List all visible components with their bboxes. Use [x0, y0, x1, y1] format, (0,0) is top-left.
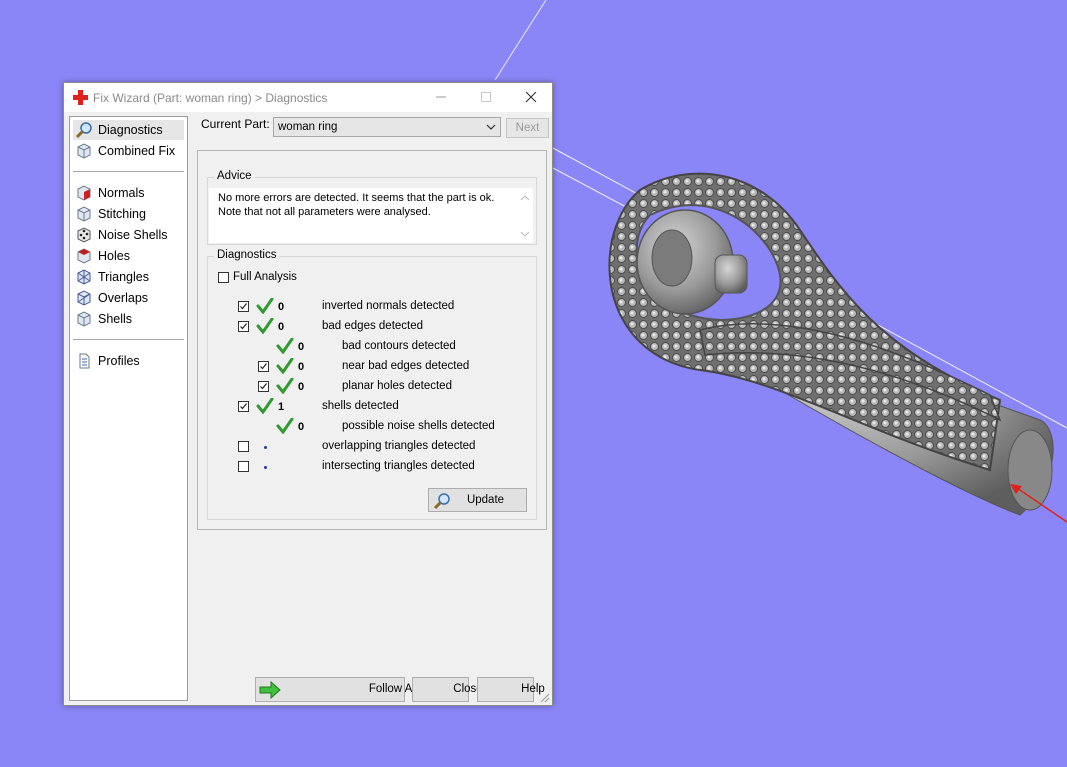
advice-scrollbar[interactable] — [518, 191, 532, 241]
normals-cube-icon — [77, 185, 91, 201]
resize-grip-icon[interactable] — [540, 693, 550, 703]
sidebar-item-diagnostics[interactable]: Diagnostics — [73, 120, 184, 140]
near-bad-edges-count: 0 — [298, 361, 305, 373]
planar-holes-label: planar holes detected — [342, 380, 452, 392]
chevron-down-icon — [486, 124, 496, 130]
noise-cube-icon — [77, 227, 91, 243]
sidebar-item-profiles[interactable]: Profiles — [73, 351, 184, 371]
arrow-right-icon — [259, 681, 281, 699]
window-title: Fix Wizard (Part: woman ring) > Diagnost… — [93, 91, 328, 105]
title-bar[interactable]: Fix Wizard (Part: woman ring) > Diagnost… — [64, 83, 552, 112]
sidebar: Diagnostics Combined Fix Normals Stitchi… — [69, 116, 188, 701]
inverted-normals-label: inverted normals detected — [322, 300, 455, 312]
shells-checkbox[interactable] — [238, 401, 249, 412]
sidebar-item-shells[interactable]: Shells — [73, 309, 184, 329]
minimize-icon[interactable] — [431, 88, 451, 106]
sidebar-item-combined-fix[interactable]: Combined Fix — [73, 141, 184, 161]
sidebar-divider — [73, 339, 184, 340]
shells-label: shells detected — [322, 400, 399, 412]
status-dot — [264, 466, 267, 469]
bad-edges-count: 0 — [278, 321, 285, 333]
inverted-normals-count: 0 — [278, 301, 285, 313]
fix-wizard-window: Fix Wizard (Part: woman ring) > Diagnost… — [63, 82, 553, 706]
maximize-icon[interactable] — [476, 88, 496, 106]
bad-edges-label: bad edges detected — [322, 320, 424, 332]
help-button[interactable]: Help — [477, 677, 545, 702]
overlaps-cube-icon — [77, 290, 91, 306]
inverted-normals-checkbox[interactable] — [238, 301, 249, 312]
check-mark-icon — [276, 378, 294, 394]
advice-textbox: No more errors are detected. It seems th… — [209, 188, 533, 243]
check-mark-icon — [276, 338, 294, 354]
sidebar-divider — [73, 171, 184, 172]
sidebar-item-holes[interactable]: Holes — [73, 246, 184, 266]
overlapping-triangles-label: overlapping triangles detected — [322, 440, 476, 452]
planar-holes-count: 0 — [298, 381, 305, 393]
diagnostics-title: Diagnostics — [214, 249, 280, 261]
red-cross-icon — [73, 90, 88, 105]
current-part-label: Current Part: — [201, 117, 270, 131]
magnifier-icon — [75, 122, 92, 139]
status-dot — [264, 446, 267, 449]
follow-advice-button[interactable]: Follow Advice — [255, 677, 439, 702]
bad-contours-label: bad contours detected — [342, 340, 456, 352]
shells-count: 1 — [278, 401, 285, 413]
current-part-value: woman ring — [278, 121, 338, 133]
check-mark-icon — [256, 398, 274, 414]
main-panel: Advice No more errors are detected. It s… — [197, 150, 547, 530]
cube-icon — [77, 143, 91, 159]
sidebar-item-normals[interactable]: Normals — [73, 183, 184, 203]
near-bad-edges-checkbox[interactable] — [258, 361, 269, 372]
planar-holes-checkbox[interactable] — [258, 381, 269, 392]
check-mark-icon — [256, 298, 274, 314]
check-mark-icon — [256, 318, 274, 334]
close-icon[interactable] — [521, 88, 541, 106]
document-icon — [79, 353, 90, 369]
sidebar-item-overlaps[interactable]: Overlaps — [73, 288, 184, 308]
axis-line — [494, 0, 547, 81]
sidebar-item-triangles[interactable]: Triangles — [73, 267, 184, 287]
intersecting-triangles-checkbox[interactable] — [238, 461, 249, 472]
check-mark-icon — [276, 418, 294, 434]
intersecting-triangles-label: intersecting triangles detected — [322, 460, 475, 472]
current-part-select[interactable]: woman ring — [273, 117, 501, 137]
sidebar-item-noise-shells[interactable]: Noise Shells — [73, 225, 184, 245]
triangles-cube-icon — [77, 269, 91, 285]
sidebar-item-stitching[interactable]: Stitching — [73, 204, 184, 224]
advice-text: No more errors are detected. It seems th… — [218, 192, 495, 218]
holes-cube-icon — [77, 248, 91, 264]
ring-model — [608, 172, 1054, 516]
shells-cube-icon — [77, 311, 91, 327]
noise-shells-label: possible noise shells detected — [342, 420, 495, 432]
noise-shells-count: 0 — [298, 421, 305, 433]
full-analysis-label: Full Analysis — [233, 271, 297, 283]
advice-group: Advice No more errors are detected. It s… — [207, 170, 537, 245]
stitching-cube-icon — [77, 206, 91, 222]
bad-edges-checkbox[interactable] — [238, 321, 249, 332]
check-mark-icon — [276, 358, 294, 374]
full-analysis-checkbox[interactable] — [218, 272, 229, 283]
next-button[interactable]: Next — [506, 118, 549, 138]
overlapping-triangles-checkbox[interactable] — [238, 441, 249, 452]
near-bad-edges-label: near bad edges detected — [342, 360, 470, 372]
diagnostics-group: Diagnostics Full Analysis 0 inverted nor… — [207, 249, 537, 520]
bad-contours-count: 0 — [298, 341, 305, 353]
close-button[interactable]: Close — [412, 677, 483, 702]
update-button[interactable]: Update — [428, 488, 527, 512]
advice-title: Advice — [214, 170, 255, 182]
